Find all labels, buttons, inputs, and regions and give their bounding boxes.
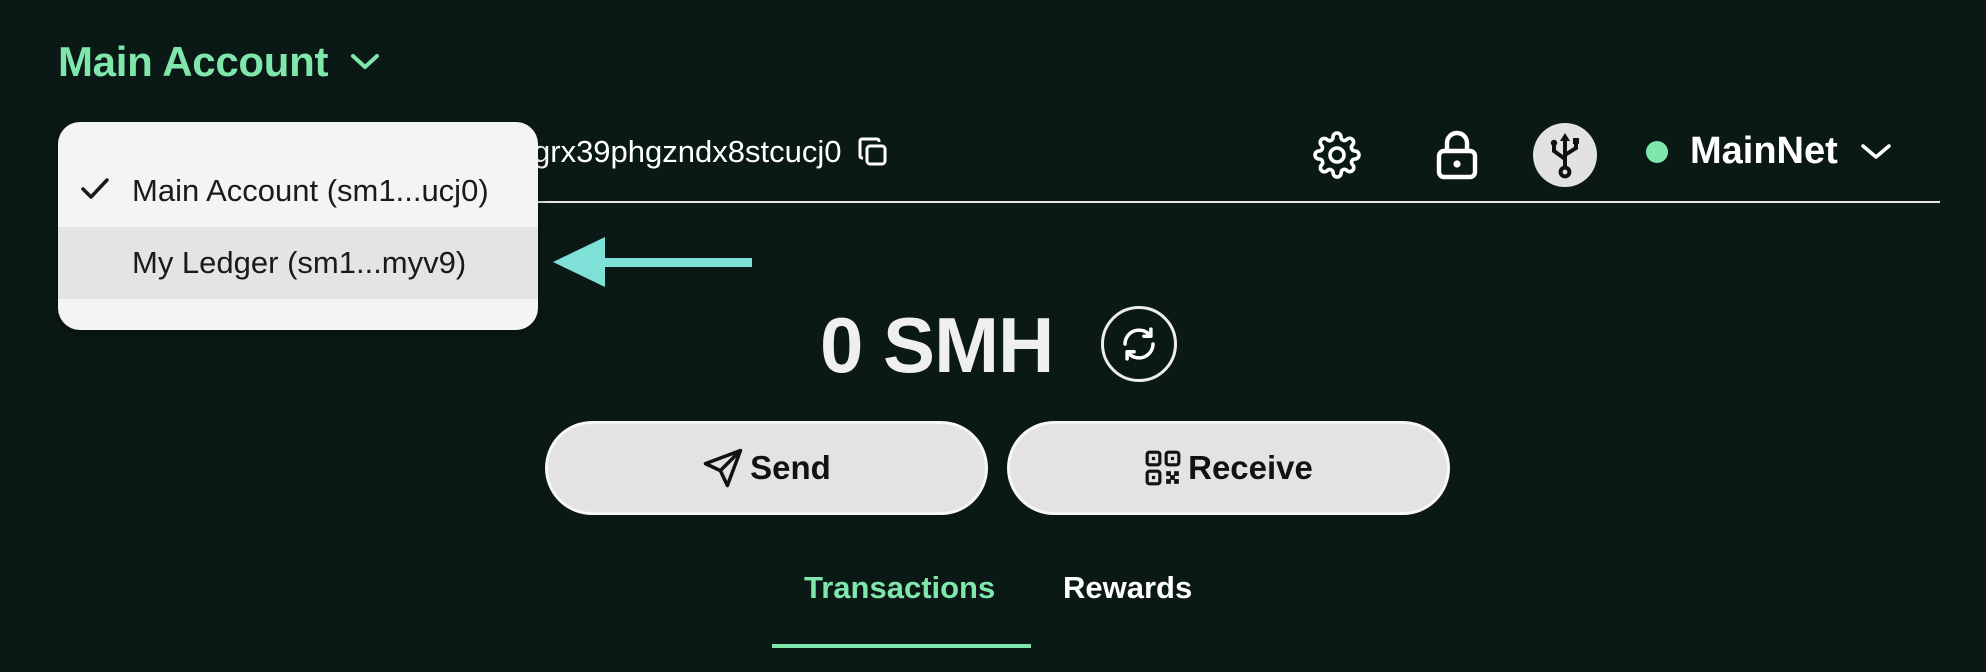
usb-icon (1545, 131, 1585, 179)
account-title: Main Account (58, 38, 329, 85)
chevron-down-icon (350, 52, 380, 72)
wallet-address: grx39phgzndx8stcucj0 (533, 134, 842, 169)
refresh-button[interactable] (1101, 306, 1177, 382)
lock-icon (1435, 129, 1479, 181)
receive-button[interactable]: Receive (1007, 421, 1450, 515)
check-icon (80, 176, 110, 207)
network-status-dot (1646, 140, 1668, 163)
settings-button[interactable] (1312, 130, 1362, 180)
gear-icon (1313, 131, 1361, 179)
send-label: Send (750, 449, 831, 486)
paper-plane-icon (702, 447, 744, 489)
tab-rewards[interactable]: Rewards (1063, 570, 1192, 606)
qr-code-icon (1144, 449, 1182, 487)
active-tab-indicator (772, 644, 1031, 648)
account-dropdown: Main Account (sm1...ucj0) My Ledger (sm1… (58, 122, 538, 330)
address-row: grx39phgzndx8stcucj0 (533, 134, 889, 170)
receive-label: Receive (1188, 449, 1313, 486)
network-label: MainNet (1690, 130, 1838, 172)
arrow-left-icon (550, 232, 755, 297)
lock-button[interactable] (1432, 128, 1482, 182)
send-button[interactable]: Send (545, 421, 988, 515)
dropdown-item-my-ledger[interactable]: My Ledger (sm1...myv9) (58, 227, 538, 299)
account-selector[interactable]: Main Account (58, 38, 380, 86)
balance-amount: 0 SMH (820, 301, 1054, 389)
ledger-button[interactable] (1533, 123, 1597, 187)
refresh-icon (1118, 323, 1160, 365)
network-selector[interactable]: MainNet (1646, 130, 1892, 173)
chevron-down-icon (1860, 142, 1892, 162)
copy-icon[interactable] (857, 136, 889, 168)
tab-transactions[interactable]: Transactions (804, 570, 995, 606)
dropdown-item-main-account[interactable]: Main Account (sm1...ucj0) (58, 155, 538, 227)
dropdown-item-label: My Ledger (sm1...myv9) (132, 245, 467, 280)
dropdown-item-label: Main Account (sm1...ucj0) (132, 173, 489, 208)
